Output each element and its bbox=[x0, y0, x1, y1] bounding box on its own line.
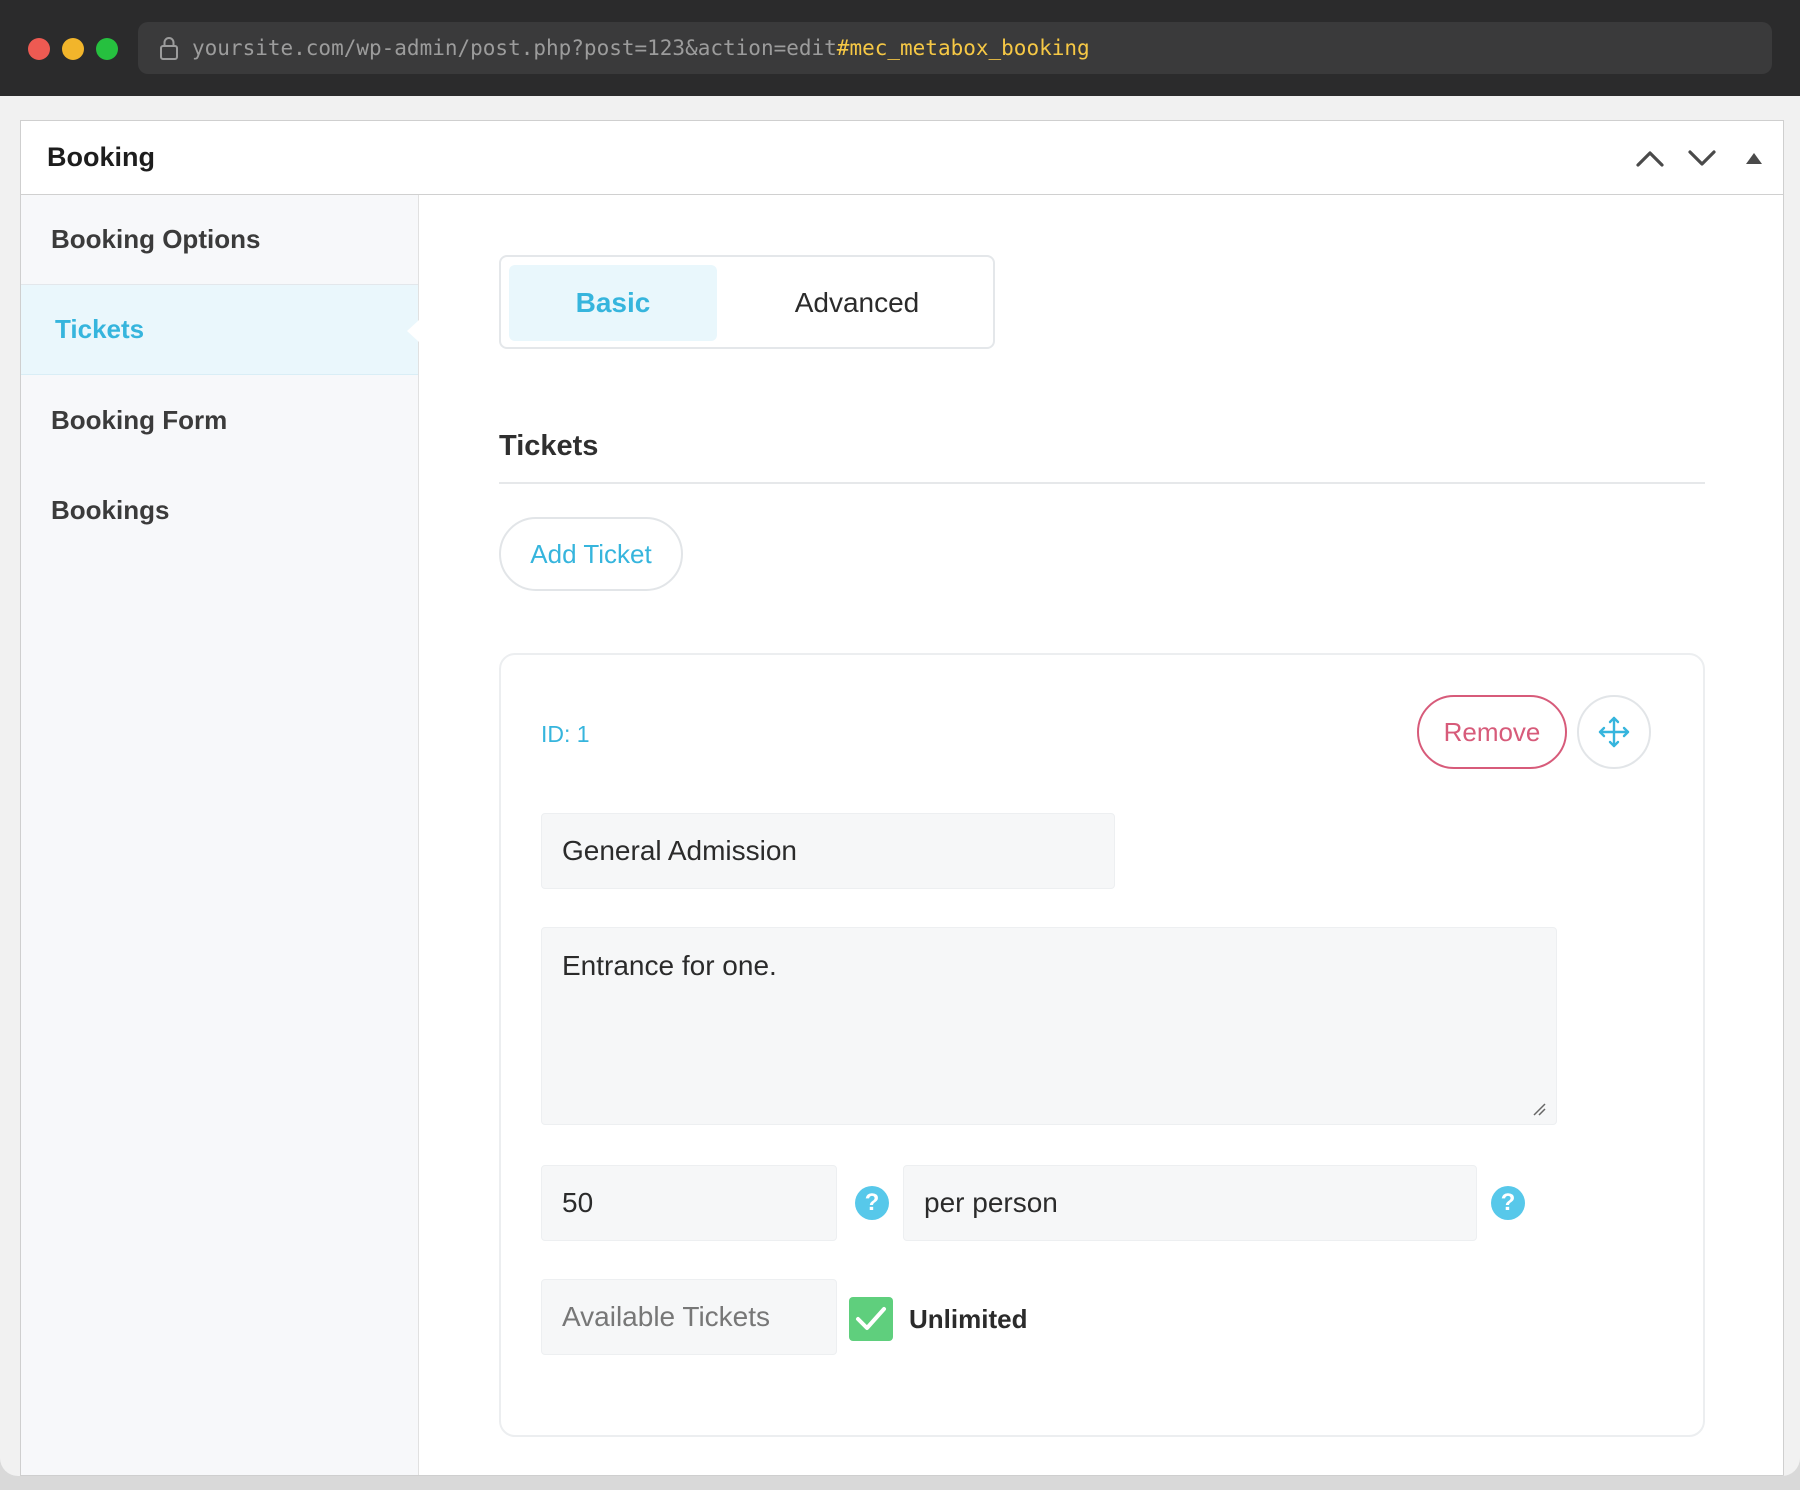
ticket-name-input[interactable]: General Admission bbox=[541, 813, 1115, 889]
caret-up-icon bbox=[1746, 153, 1762, 164]
ticket-description-textarea[interactable]: Entrance for one. bbox=[541, 927, 1557, 1125]
price-label-input[interactable]: per person bbox=[903, 1165, 1477, 1241]
sidebar-item-booking-options[interactable]: Booking Options bbox=[21, 195, 418, 285]
sidebar-item-booking-form[interactable]: Booking Form bbox=[21, 375, 418, 465]
mode-tabs: Basic Advanced bbox=[499, 255, 995, 349]
sidebar-item-label: Booking Options bbox=[51, 224, 261, 254]
address-bar[interactable]: yoursite.com/wp-admin/post.php?post=123&… bbox=[138, 22, 1772, 74]
booking-sidebar: Booking Options Tickets Booking Form Boo… bbox=[21, 195, 419, 1475]
price-label-help-icon[interactable]: ? bbox=[1491, 1186, 1525, 1220]
close-window-button[interactable] bbox=[28, 38, 50, 60]
sidebar-item-bookings[interactable]: Bookings bbox=[21, 465, 418, 555]
lock-icon bbox=[160, 37, 178, 60]
chevron-down-icon bbox=[1688, 150, 1716, 166]
booking-metabox: Booking Booking Options Tickets Booking … bbox=[20, 120, 1784, 1476]
browser-window: yoursite.com/wp-admin/post.php?post=123&… bbox=[0, 0, 1800, 1476]
minimize-window-button[interactable] bbox=[62, 38, 84, 60]
metabox-header: Booking bbox=[21, 121, 1783, 195]
browser-titlebar: yoursite.com/wp-admin/post.php?post=123&… bbox=[0, 0, 1800, 96]
unlimited-checkbox[interactable] bbox=[849, 1297, 893, 1341]
ticket-price-input[interactable]: 50 bbox=[541, 1165, 837, 1241]
unlimited-label[interactable]: Unlimited bbox=[909, 1304, 1027, 1335]
add-ticket-button[interactable]: Add Ticket bbox=[499, 517, 683, 591]
section-divider bbox=[499, 482, 1705, 484]
toggle-panel-button[interactable] bbox=[1735, 139, 1773, 177]
ticket-card: ID: 1 Remove General Admission Entrance … bbox=[499, 653, 1705, 1437]
chevron-up-icon bbox=[1636, 151, 1664, 167]
price-help-icon[interactable]: ? bbox=[855, 1186, 889, 1220]
move-icon bbox=[1598, 716, 1630, 748]
remove-ticket-button[interactable]: Remove bbox=[1417, 695, 1567, 769]
sidebar-item-label: Tickets bbox=[55, 314, 145, 344]
url-hash: #mec_metabox_booking bbox=[836, 36, 1090, 60]
drag-handle[interactable] bbox=[1577, 695, 1651, 769]
sidebar-item-label: Bookings bbox=[51, 494, 170, 525]
sidebar-item-label: Booking Form bbox=[51, 404, 228, 435]
tab-advanced[interactable]: Advanced bbox=[729, 265, 985, 341]
checkmark-icon bbox=[856, 1307, 886, 1330]
ticket-id: ID: 1 bbox=[541, 721, 590, 747]
url-base: yoursite.com/wp-admin/post.php?post=123&… bbox=[192, 36, 837, 60]
resize-handle-icon[interactable] bbox=[1532, 1102, 1546, 1116]
section-title: Tickets bbox=[499, 430, 599, 462]
tab-basic[interactable]: Basic bbox=[509, 265, 717, 341]
tickets-content: Basic Advanced Tickets Add Ticket ID: 1 … bbox=[419, 195, 1783, 1475]
metabox-title: Booking bbox=[47, 142, 155, 172]
ticket-description-text: Entrance for one. bbox=[562, 950, 777, 981]
move-up-button[interactable] bbox=[1631, 139, 1669, 177]
maximize-window-button[interactable] bbox=[96, 38, 118, 60]
available-tickets-input[interactable]: Available Tickets bbox=[541, 1279, 837, 1355]
sidebar-item-tickets[interactable]: Tickets bbox=[21, 285, 419, 375]
move-down-button[interactable] bbox=[1683, 139, 1721, 177]
